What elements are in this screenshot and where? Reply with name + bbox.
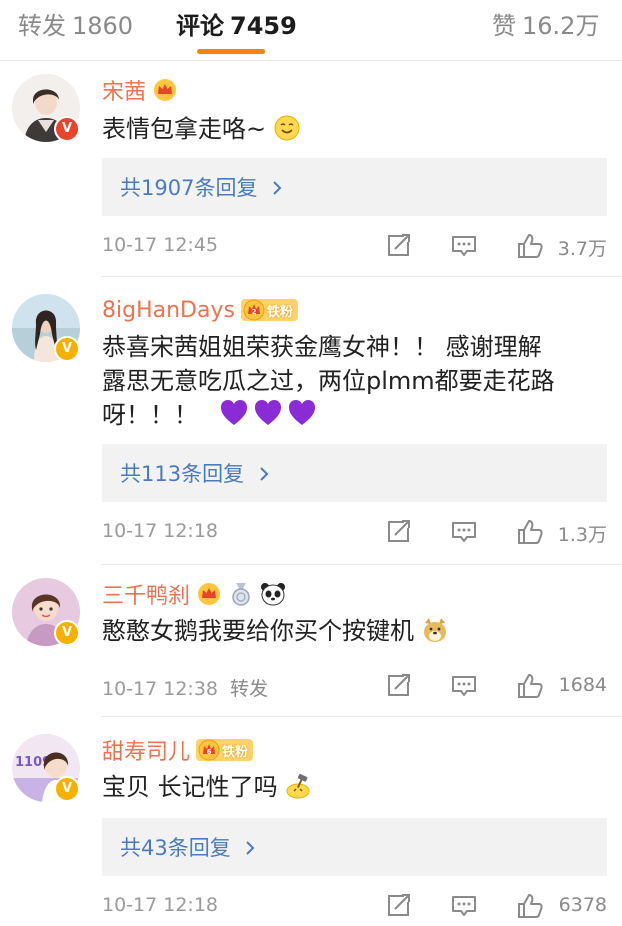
repost-icon[interactable]	[384, 892, 412, 920]
like-count: 1684	[558, 674, 607, 696]
comment-divider	[102, 716, 622, 717]
comment-time: 10-17 12:18	[102, 520, 219, 542]
comment-divider	[102, 276, 622, 277]
repost-icon[interactable]	[384, 232, 412, 260]
comment-icon[interactable]	[450, 232, 478, 260]
tab-comments-count: 7459	[230, 12, 297, 40]
purple-heart-icon	[220, 400, 315, 425]
crown-icon	[154, 79, 177, 101]
thumbs-up-icon[interactable]	[516, 892, 544, 920]
replies-count: 共43条回复	[120, 832, 257, 862]
svg-text:6: 6	[207, 748, 212, 756]
tab-repost[interactable]: 转发 1860	[18, 6, 133, 41]
comment-time: 10-17 12:38 转发	[102, 678, 269, 700]
replies-count: 共113条回复	[120, 458, 271, 488]
fan-badge: 2 铁粉	[240, 299, 298, 321]
comment-text-content: 表情包拿走咯~	[102, 115, 267, 143]
fan-badge-label: 铁粉	[266, 304, 293, 320]
comment-time: 10-17 12:18	[102, 894, 219, 916]
avatar[interactable]: V	[12, 578, 80, 646]
comment-text: 恭喜宋茜姐姐荣获金鹰女神！！ 感谢理解 露思无意吃瓜之过，两位plmm都要走花路…	[102, 330, 602, 432]
medal-icon	[232, 583, 250, 606]
tab-likes-label: 赞	[492, 12, 516, 40]
replies-link[interactable]: 共113条回复	[102, 444, 607, 502]
comment-tabs: 转发 1860 评论 7459 赞 16.2万	[0, 0, 622, 61]
comment-divider	[102, 564, 622, 565]
comment-text: 宝贝 长记性了吗	[102, 770, 602, 804]
comment-meta: 10-17 12:45 3.7万	[102, 232, 607, 262]
doge-emoji-icon	[423, 618, 446, 642]
replies-link[interactable]: 共1907条回复	[102, 158, 607, 216]
comment-text-content: 憨憨女鹅我要给你买个按键机	[102, 617, 414, 645]
comment-text-content: 宝贝 长记性了吗	[102, 773, 278, 801]
repost-tag: 转发	[230, 678, 269, 700]
tab-repost-count: 1860	[72, 12, 134, 40]
thumbs-up-icon[interactable]	[516, 518, 544, 546]
comment-icon[interactable]	[450, 892, 478, 920]
comment-text-line: 露思无意吃瓜之过，两位plmm都要走花路	[102, 367, 555, 395]
comment-meta: 10-17 12:18 1.3万	[102, 518, 607, 548]
tab-likes-count: 16.2万	[522, 12, 600, 40]
tab-comments-label: 评论	[176, 12, 224, 40]
commenter-name[interactable]: 三千鸭刹	[102, 578, 190, 610]
fan-badge: 6 铁粉	[196, 739, 254, 761]
verified-badge: V	[54, 776, 80, 802]
repost-icon[interactable]	[384, 518, 412, 546]
fan-badge-label: 铁粉	[222, 744, 249, 760]
replies-count: 共1907条回复	[120, 172, 284, 202]
avatar[interactable]: 1109 V	[12, 734, 80, 802]
commenter-name[interactable]: 宋茜	[102, 74, 146, 106]
comment-text-line: 呀！！！	[102, 401, 198, 429]
like-count: 1.3万	[557, 524, 607, 546]
commenter-name[interactable]: 甜寿司儿	[102, 734, 190, 766]
thumbs-up-icon[interactable]	[516, 672, 544, 700]
avatar[interactable]: V	[12, 74, 80, 142]
verified-badge: V	[54, 620, 80, 646]
tab-comments[interactable]: 评论 7459	[176, 6, 297, 41]
crown-icon	[198, 583, 221, 605]
thumbs-up-icon[interactable]	[516, 232, 544, 260]
active-tab-indicator	[197, 49, 265, 54]
commenter-name[interactable]: 8igHanDays	[102, 298, 235, 323]
verified-badge: V	[54, 336, 80, 362]
svg-text:2: 2	[252, 308, 257, 316]
crown-icon: 2	[243, 299, 265, 321]
chevron-right-icon	[273, 181, 282, 195]
like-count: 3.7万	[557, 238, 607, 260]
comment-time: 10-17 12:45	[102, 234, 219, 256]
comment-meta: 10-17 12:38 转发 1684	[102, 672, 607, 702]
comment-text: 憨憨女鹅我要给你买个按键机	[102, 614, 602, 648]
replies-link[interactable]: 共43条回复	[102, 818, 607, 876]
comment-icon[interactable]	[450, 672, 478, 700]
repost-icon[interactable]	[384, 672, 412, 700]
tab-repost-label: 转发	[18, 12, 66, 40]
like-count: 6378	[558, 894, 607, 916]
chevron-right-icon	[246, 841, 255, 855]
verified-badge: V	[54, 116, 80, 142]
avatar[interactable]: V	[12, 294, 80, 362]
hammer-emoji-icon	[286, 773, 310, 799]
comment-icon[interactable]	[450, 518, 478, 546]
comment-meta: 10-17 12:18 6378	[102, 892, 607, 922]
comment-text: 表情包拿走咯~	[102, 112, 602, 146]
panda-icon	[261, 583, 286, 606]
chevron-right-icon	[260, 467, 269, 481]
crown-icon: 6	[198, 739, 220, 761]
comment-text-line: 恭喜宋茜姐姐荣获金鹰女神！！ 感谢理解	[102, 333, 542, 361]
tabs-divider	[0, 60, 622, 61]
tab-likes[interactable]: 赞 16.2万	[492, 6, 599, 41]
smile-emoji-icon	[274, 115, 300, 141]
